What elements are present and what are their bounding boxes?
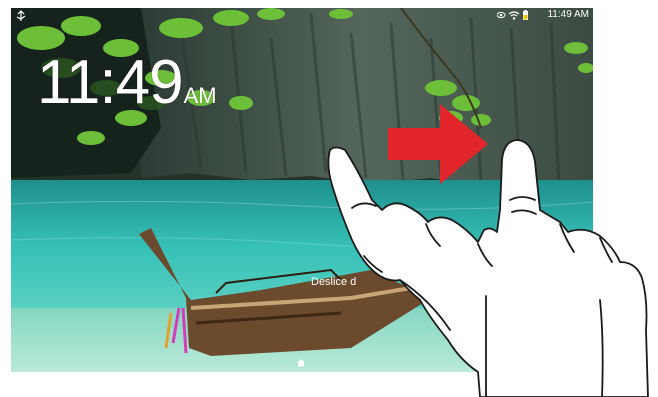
hand-icon (327, 139, 649, 397)
gesture-overlay (327, 104, 649, 397)
swipe-arrow-icon (388, 104, 488, 184)
